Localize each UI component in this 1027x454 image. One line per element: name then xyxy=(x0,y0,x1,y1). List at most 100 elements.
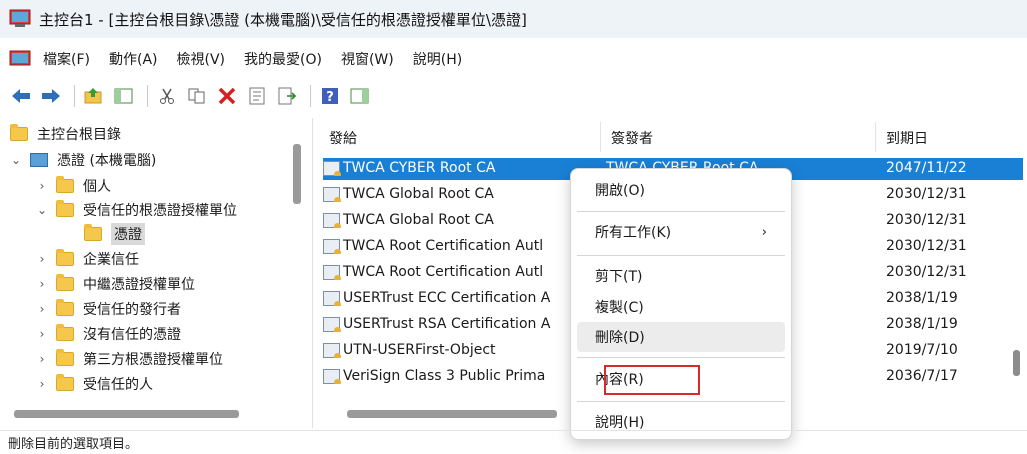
tree-item-trusted-root-ca[interactable]: ⌄ 受信任的根憑證授權單位 xyxy=(34,198,237,222)
action-pane-icon[interactable] xyxy=(347,83,373,109)
tree-item-label: 沒有信任的憑證 xyxy=(83,327,181,343)
menu-file[interactable]: 檔案(F) xyxy=(43,49,90,69)
chevron-right-icon[interactable]: › xyxy=(34,302,50,316)
cell-issued-to: UTN-USERFirst-Object xyxy=(343,342,496,358)
tree-item-third-party-root-ca[interactable]: › 第三方根憑證授權單位 xyxy=(34,347,223,371)
certificate-icon xyxy=(323,316,341,332)
list-horizontal-scrollbar[interactable] xyxy=(347,410,557,418)
certificate-icon xyxy=(323,290,341,306)
folder-icon xyxy=(56,349,74,366)
menu-item-label: 開啟(O) xyxy=(595,183,645,199)
certificate-icon xyxy=(323,238,341,254)
chevron-right-icon[interactable]: › xyxy=(34,252,50,266)
tree-item-label: 企業信任 xyxy=(83,252,139,268)
tree-item-certificates-local-computer[interactable]: ⌄ 憑證 (本機電腦) xyxy=(8,148,156,172)
chevron-right-icon[interactable]: › xyxy=(34,277,50,291)
menu-separator xyxy=(577,211,785,212)
menu-separator xyxy=(577,357,785,358)
column-divider[interactable] xyxy=(600,122,601,152)
context-menu-copy[interactable]: 複製(C) xyxy=(577,292,785,322)
chevron-right-icon[interactable]: › xyxy=(34,352,50,366)
show-hide-tree-icon[interactable] xyxy=(111,83,137,109)
tree-item-trusted-people[interactable]: › 受信任的人 xyxy=(34,372,153,396)
context-menu-open[interactable]: 開啟(O) xyxy=(577,175,785,205)
folder-icon xyxy=(56,374,74,391)
context-menu-delete[interactable]: 刪除(D) xyxy=(577,322,785,352)
column-header-issuer[interactable]: 簽發者 xyxy=(603,118,873,158)
menu-view[interactable]: 檢視(V) xyxy=(177,49,226,69)
svg-text:?: ? xyxy=(326,90,334,105)
properties-icon[interactable] xyxy=(244,83,270,109)
console-tree-pane: 主控台根目錄 ⌄ 憑證 (本機電腦) › 個人 ⌄ 受信任的根憑證授權單位 憑證… xyxy=(0,118,305,428)
chevron-right-icon[interactable]: › xyxy=(34,327,50,341)
menu-item-label: 剪下(T) xyxy=(595,269,643,285)
tree-item-label: 受信任的發行者 xyxy=(83,302,181,318)
chevron-right-icon: › xyxy=(761,224,767,240)
mmc-app-icon[interactable] xyxy=(9,9,31,29)
status-bar: 刪除目前的選取項目。 xyxy=(0,430,1027,454)
cell-expires: 2030/12/31 xyxy=(886,264,967,280)
tree-item-label: 第三方根憑證授權單位 xyxy=(83,352,223,368)
column-divider[interactable] xyxy=(875,122,876,152)
tree-vertical-scrollbar[interactable] xyxy=(293,144,301,204)
chevron-down-icon[interactable]: ⌄ xyxy=(8,153,24,167)
tree-horizontal-scrollbar[interactable] xyxy=(14,410,239,418)
column-header-label: 簽發者 xyxy=(611,131,653,147)
cell-issued-to: USERTrust RSA Certification A xyxy=(343,316,551,332)
folder-icon xyxy=(84,224,102,241)
toolbar-separator xyxy=(147,85,148,107)
cell-expires: 2047/11/22 xyxy=(886,160,967,176)
menu-help[interactable]: 說明(H) xyxy=(413,49,462,69)
tree-item-label: 憑證 xyxy=(111,223,145,245)
tree-item-personal[interactable]: › 個人 xyxy=(34,174,111,198)
tree-item-intermediate-ca[interactable]: › 中繼憑證授權單位 xyxy=(34,272,195,296)
tree-item-console-root[interactable]: 主控台根目錄 xyxy=(10,122,121,146)
list-vertical-scrollbar[interactable] xyxy=(1013,350,1020,376)
folder-icon xyxy=(56,324,74,341)
forward-arrow-icon[interactable] xyxy=(38,83,64,109)
column-header-issued-to[interactable]: 發給 xyxy=(321,118,601,158)
tree-item-certificates[interactable]: 憑證 xyxy=(84,222,145,246)
up-folder-icon[interactable] xyxy=(81,83,107,109)
computer-icon xyxy=(30,153,48,167)
status-text: 刪除目前的選取項目。 xyxy=(8,437,139,452)
back-arrow-icon[interactable] xyxy=(8,83,34,109)
chevron-down-icon[interactable]: ⌄ xyxy=(34,203,50,217)
menu-action[interactable]: 動作(A) xyxy=(109,49,158,69)
toolbar-separator xyxy=(310,85,311,107)
tree-item-label: 受信任的人 xyxy=(83,377,153,393)
folder-icon xyxy=(56,200,74,217)
tree-item-enterprise-trust[interactable]: › 企業信任 xyxy=(34,247,139,271)
cut-icon[interactable] xyxy=(154,83,180,109)
delete-icon[interactable] xyxy=(214,83,240,109)
tree-item-untrusted-certificates[interactable]: › 沒有信任的憑證 xyxy=(34,322,181,346)
tree-item-trusted-publishers[interactable]: › 受信任的發行者 xyxy=(34,297,181,321)
cell-expires: 2036/7/17 xyxy=(886,368,958,384)
menu-favorites[interactable]: 我的最愛(O) xyxy=(244,49,322,69)
certificate-icon xyxy=(323,342,341,358)
folder-icon xyxy=(10,124,28,141)
cell-issued-to: TWCA Global Root CA xyxy=(343,186,494,202)
help-icon[interactable]: ? xyxy=(317,83,343,109)
tree-item-label: 個人 xyxy=(83,179,111,195)
context-menu-all-tasks[interactable]: 所有工作(K) › xyxy=(577,217,785,247)
copy-icon[interactable] xyxy=(184,83,210,109)
menu-window[interactable]: 視窗(W) xyxy=(341,49,394,69)
certificate-icon xyxy=(323,264,341,280)
chevron-right-icon[interactable]: › xyxy=(34,179,50,193)
cell-expires: 2038/1/19 xyxy=(886,290,958,306)
red-highlight-box xyxy=(604,365,700,395)
toolbar: ? xyxy=(0,78,1027,114)
folder-icon xyxy=(56,249,74,266)
system-menu-icon[interactable] xyxy=(9,49,31,69)
folder-icon xyxy=(56,299,74,316)
column-header-expiration[interactable]: 到期日 xyxy=(878,118,1018,158)
certificate-icon xyxy=(323,212,341,228)
cell-expires: 2019/7/10 xyxy=(886,342,958,358)
chevron-right-icon[interactable]: › xyxy=(34,377,50,391)
menu-item-label: 刪除(D) xyxy=(595,330,645,346)
cell-issued-to: USERTrust ECC Certification A xyxy=(343,290,551,306)
context-menu-cut[interactable]: 剪下(T) xyxy=(577,261,785,291)
tree-item-label: 主控台根目錄 xyxy=(37,127,121,143)
export-list-icon[interactable] xyxy=(274,83,300,109)
